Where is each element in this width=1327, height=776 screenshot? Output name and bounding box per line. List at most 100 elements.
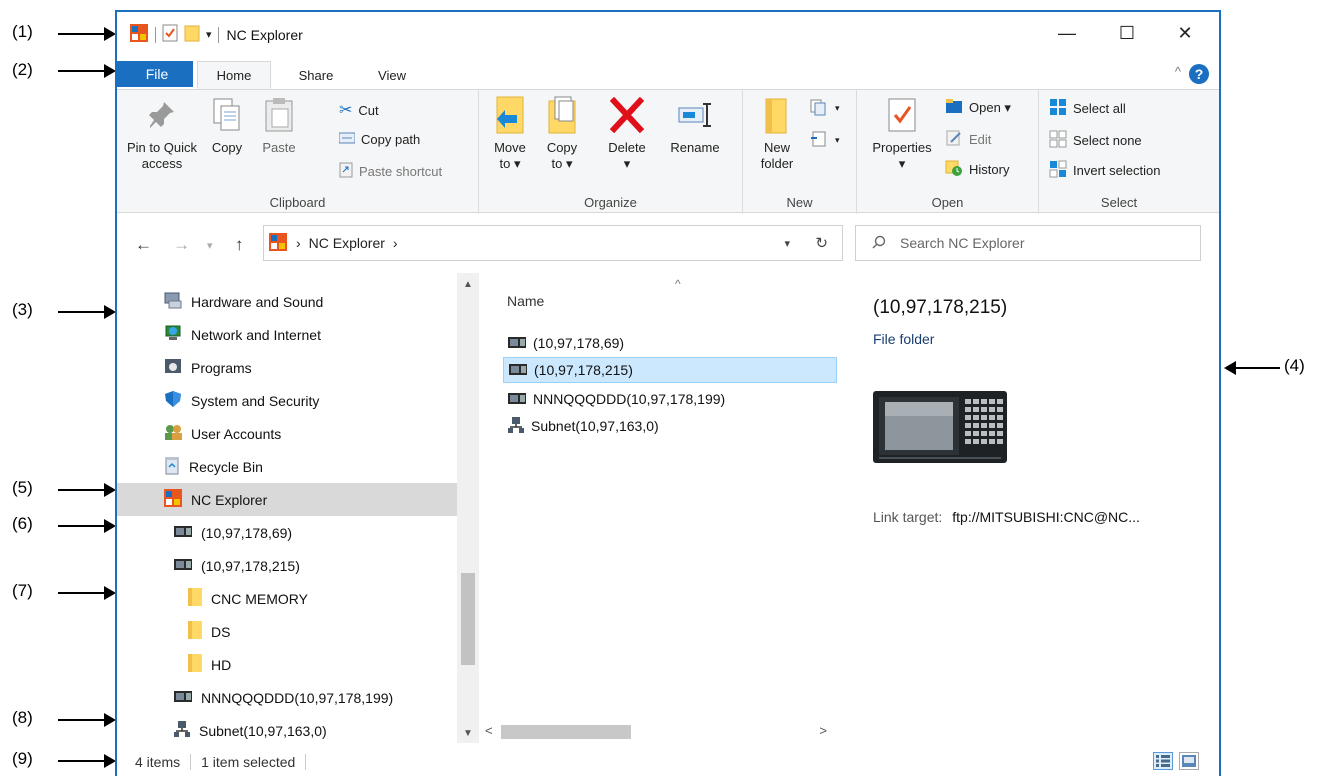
large-icons-view-icon[interactable] <box>1179 752 1199 770</box>
nav-vertical-scrollbar[interactable]: ▲ ▼ <box>457 273 479 743</box>
copy-path-button[interactable]: Copy path <box>338 132 420 147</box>
clipboard-group-label: Clipboard <box>269 195 326 210</box>
nav-item-programs[interactable]: Programs <box>117 351 457 384</box>
collapse-ribbon-icon[interactable]: ^ <box>1175 64 1181 79</box>
folder-icon <box>187 587 203 610</box>
folder-icon <box>187 653 203 676</box>
file-scroll-thumb[interactable] <box>501 725 631 739</box>
search-box[interactable]: Search NC Explorer <box>855 225 1201 261</box>
callout-3: (3) <box>12 300 33 319</box>
file-item-subnet[interactable]: Subnet(10,97,163,0) <box>503 413 837 439</box>
nc-explorer-app-icon[interactable] <box>129 23 149 46</box>
help-icon[interactable]: ? <box>1189 64 1209 84</box>
new-folder-button[interactable]: New folder <box>751 94 803 172</box>
shield-icon <box>163 390 183 411</box>
recent-locations-chevron-icon[interactable]: ▾ <box>207 239 213 252</box>
open-folder-icon <box>945 98 963 117</box>
file-item-nnnqqqddd[interactable]: NNNQQQDDD(10,97,178,199) <box>503 386 837 412</box>
scroll-right-icon[interactable]: > <box>819 723 827 738</box>
maximize-button[interactable]: ☐ <box>1107 20 1147 46</box>
select-all-button[interactable]: Select all <box>1049 98 1126 119</box>
nav-item-hd[interactable]: HD <box>117 648 457 681</box>
open-button[interactable]: Open ▾ <box>945 98 1011 117</box>
nav-item-nc-explorer[interactable]: NC Explorer <box>117 483 457 516</box>
properties-icon[interactable] <box>162 24 178 45</box>
search-input[interactable]: Search NC Explorer <box>900 235 1025 251</box>
new-item-button[interactable]: ▾ <box>809 98 840 119</box>
nav-item-cnc-memory[interactable]: CNC MEMORY <box>117 582 457 615</box>
scroll-up-icon[interactable]: ▲ <box>463 279 473 290</box>
status-item-count: 4 items <box>135 754 181 770</box>
easy-access-button[interactable]: ▾ <box>809 130 840 151</box>
nav-item-system-and-security[interactable]: System and Security <box>117 384 457 417</box>
scroll-left-icon[interactable]: < <box>485 723 493 738</box>
tab-view[interactable]: View <box>357 61 427 89</box>
breadcrumb-separator: › <box>392 235 398 251</box>
file-horizontal-scrollbar[interactable]: < > <box>479 721 837 743</box>
copy-to-button[interactable]: Copy to ▾ <box>539 94 585 172</box>
scroll-down-icon[interactable]: ▼ <box>463 728 473 739</box>
invert-selection-button[interactable]: Invert selection <box>1049 160 1160 181</box>
paste-shortcut-icon <box>339 162 353 181</box>
nav-item-ds[interactable]: DS <box>117 615 457 648</box>
copy-button[interactable]: Copy <box>205 94 249 156</box>
details-view-icon[interactable] <box>1153 752 1173 770</box>
move-to-button[interactable]: Move to ▾ <box>487 94 533 172</box>
nav-item-network-and-internet[interactable]: Network and Internet <box>117 318 457 351</box>
status-separator <box>190 754 192 770</box>
minimize-button[interactable]: — <box>1047 20 1087 46</box>
column-header-name[interactable]: Name <box>507 293 544 309</box>
forward-arrow-icon[interactable]: → <box>173 235 190 255</box>
paste-button[interactable]: Paste <box>253 94 305 156</box>
properties-button[interactable]: Properties ▾ <box>865 94 939 172</box>
nc-explorer-location-icon <box>268 232 288 255</box>
nav-item-hardware-and-sound[interactable]: Hardware and Sound <box>117 285 457 318</box>
select-none-button[interactable]: Select none <box>1049 130 1142 151</box>
callout-arrow-4 <box>1224 361 1280 375</box>
navigation-pane: Hardware and Sound Network and Internet … <box>117 273 479 743</box>
address-bar-row: ← → ▾ ↑ › NC Explorer › ▾ ↻ Search NC Ex… <box>117 213 1219 273</box>
close-button[interactable]: ✕ <box>1165 20 1205 46</box>
edit-button[interactable]: Edit <box>945 130 991 149</box>
up-arrow-icon[interactable]: ↑ <box>235 235 244 255</box>
address-box[interactable]: › NC Explorer › ▾ ↻ <box>263 225 843 261</box>
organize-group: Move to ▾ Copy to ▾ Delete ▾ Rename Orga… <box>479 90 743 214</box>
new-folder-icon[interactable] <box>184 24 200 45</box>
address-dropdown-chevron-icon[interactable]: ▾ <box>784 237 790 250</box>
refresh-icon[interactable]: ↻ <box>815 234 828 252</box>
callout-arrow-9 <box>58 754 116 768</box>
scissors-icon: ✂ <box>339 102 353 119</box>
details-pane: (10,97,178,215) File folder Link target:… <box>857 273 1219 743</box>
qat-separator <box>217 26 219 43</box>
nav-item-recycle-bin[interactable]: Recycle Bin <box>117 450 457 483</box>
nav-scroll-thumb[interactable] <box>461 573 475 665</box>
cut-button[interactable]: ✂ Cut <box>339 100 379 120</box>
hardware-and-sound-icon <box>163 291 183 312</box>
callout-7: (7) <box>12 581 33 600</box>
pin-icon <box>142 94 182 136</box>
back-arrow-icon[interactable]: ← <box>135 235 152 255</box>
history-button[interactable]: History <box>945 160 1009 179</box>
delete-button[interactable]: Delete ▾ <box>599 94 655 172</box>
nav-item-nc-10-97-178-69[interactable]: (10,97,178,69) <box>117 516 457 549</box>
tab-file[interactable]: File <box>117 61 193 87</box>
network-subnet-icon <box>507 416 525 437</box>
callout-arrow-6 <box>58 519 116 533</box>
nav-item-subnet[interactable]: Subnet(10,97,163,0) <box>117 714 457 747</box>
invert-selection-icon <box>1049 160 1067 181</box>
tab-home[interactable]: Home <box>197 61 271 89</box>
file-item-nc-10-97-178-215[interactable]: (10,97,178,215) <box>503 357 837 383</box>
breadcrumb-nc-explorer[interactable]: NC Explorer <box>309 235 385 251</box>
customize-qat-icon[interactable]: ▾ <box>206 28 212 41</box>
copy-to-icon <box>542 94 582 136</box>
paste-shortcut-button[interactable]: Paste shortcut <box>339 162 442 181</box>
tab-share[interactable]: Share <box>281 61 351 89</box>
nc-unit-icon <box>508 362 528 379</box>
nav-item-user-accounts[interactable]: User Accounts <box>117 417 457 450</box>
pin-to-quick-access-button[interactable]: Pin to Quick access <box>125 94 199 172</box>
rename-button[interactable]: Rename <box>665 94 725 156</box>
details-title: (10,97,178,215) <box>873 297 1008 318</box>
nav-item-nc-10-97-178-215[interactable]: (10,97,178,215) <box>117 549 457 582</box>
file-item-nc-10-97-178-69[interactable]: (10,97,178,69) <box>503 330 837 356</box>
nav-item-nnnqqqddd[interactable]: NNNQQQDDD(10,97,178,199) <box>117 681 457 714</box>
